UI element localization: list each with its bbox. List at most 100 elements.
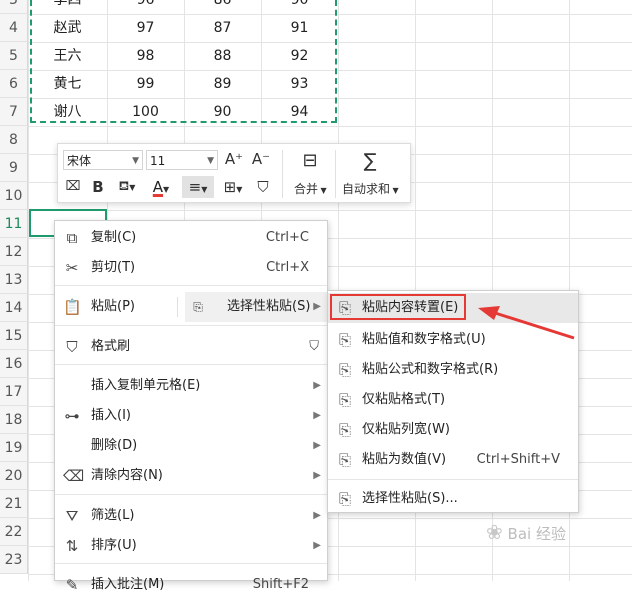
menu-item-insert[interactable]: ⊶ 插入(I) ▶ [55,401,327,431]
scissors-icon: ✂ [65,259,79,277]
paste-as-values-icon: ⎘ [338,451,351,469]
filter-icon: ⛛ [65,507,79,525]
context-menu: ⧉ 复制(C) Ctrl+C ✂ 剪切(T) Ctrl+X 📋 粘贴(P) ⎘ … [54,220,328,594]
row-header-19[interactable]: 19 [0,434,28,462]
shortcut-label: Ctrl+Shift+V [476,452,560,467]
chevron-down-icon: ▼ [163,185,170,194]
chevron-down-icon: ▼ [132,156,139,166]
annotation-arrow [478,306,575,340]
chevron-right-icon: ▶ [313,440,321,451]
chevron-right-icon: ▶ [313,470,321,481]
font-color-button[interactable]: A▼ [146,176,176,198]
paste-formula-icon: ⎘ [338,361,351,379]
row-header-8[interactable]: 8 [0,126,28,154]
submenu-item-paste-formula-numbers[interactable]: ⎘ 粘贴公式和数字格式(R) [328,355,578,385]
menu-separator [55,563,327,564]
menu-item-label: 粘贴值和数字格式(U) [362,332,486,347]
submenu-item-paste-special-dialog[interactable]: ⎘ 选择性粘贴(S)... [328,484,578,514]
highlight-box [330,294,466,320]
row-header-11[interactable]: 11 [0,210,28,238]
row-header-9[interactable]: 9 [0,154,28,182]
row-header-14[interactable]: 14 [0,294,28,322]
font-name-select[interactable]: 宋体 ▼ [63,150,143,170]
submenu-item-paste-column-width[interactable]: ⎘ 仅粘贴列宽(W) [328,415,578,445]
row-line [28,126,632,127]
row-header-18[interactable]: 18 [0,406,28,434]
autosum-button[interactable]: 自动求和 ▼ [342,180,399,197]
menu-item-label: 复制(C) [91,230,137,245]
eraser-icon: ⌫ [63,467,85,485]
menu-item-delete[interactable]: 删除(D) ▶ [55,431,327,461]
border-icon[interactable]: ⊞▼ [218,176,248,198]
chevron-right-icon: ▶ [313,301,321,312]
chevron-right-icon: ▶ [313,380,321,391]
paste-format-icon: ⎘ [338,391,351,409]
menu-item-label: 仅粘贴列宽(W) [362,422,450,437]
row-header-5[interactable]: 5 [0,42,28,70]
merge-button[interactable]: 合并 ▼ [294,180,327,197]
menu-item-cut[interactable]: ✂ 剪切(T) Ctrl+X [55,253,327,283]
row-header-6[interactable]: 6 [0,70,28,98]
row-header-23[interactable]: 23 [0,546,28,574]
align-center-icon[interactable]: ≡▼ [182,176,214,198]
menu-item-format-painter[interactable]: ⛉ 格式刷 ⛉ [55,332,327,362]
decrease-font-button[interactable]: A⁻ [250,148,272,170]
shortcut-label: Ctrl+C [265,230,309,245]
sigma-icon[interactable]: ∑ [356,150,384,172]
floating-format-toolbar: 宋体 ▼ 11 ▼ A⁺ A⁻ ⌧ B ⛾▼ A▼ ≡▼ ⊞▼ ⛉ ⊟ 合并 ▼… [57,143,411,203]
menu-item-label: 排序(U) [91,538,137,553]
menu-separator [55,325,327,326]
font-size-select[interactable]: 11 ▼ [146,150,218,170]
row-header-20[interactable]: 20 [0,462,28,490]
menu-item-label: 格式刷 [91,339,131,354]
row-header-15[interactable]: 15 [0,322,28,350]
menu-item-filter[interactable]: ⛛ 筛选(L) ▶ [55,501,327,531]
menu-item-insert-comment[interactable]: ✎ 插入批注(M) Shift+F2 [55,570,327,600]
comment-icon: ✎ [65,576,79,594]
menu-separator [328,479,578,480]
menu-item-label: 仅粘贴格式(T) [362,392,446,407]
menu-item-label: 筛选(L) [91,508,135,523]
toolbar-divider [282,150,283,198]
chevron-down-icon: ▼ [207,156,214,166]
menu-item-insert-copied-cells[interactable]: 插入复制单元格(E) ▶ [55,371,327,401]
row-header-17[interactable]: 17 [0,378,28,406]
clear-format-icon[interactable]: ⌧ [62,176,84,198]
menu-item-label: 插入复制单元格(E) [91,378,201,393]
menu-separator [55,364,327,365]
toolbar-divider [335,150,336,198]
increase-font-button[interactable]: A⁺ [223,148,245,170]
menu-item-label: 粘贴(P) [91,299,135,314]
format-painter-side-icon[interactable]: ⛉ [309,332,319,362]
format-painter-icon[interactable]: ⛉ [252,176,274,198]
submenu-item-paste-as-values[interactable]: ⎘ 粘贴为数值(V) Ctrl+Shift+V [328,445,578,475]
row-header-12[interactable]: 12 [0,238,28,266]
menu-item-label: 插入批注(M) [91,577,165,592]
menu-item-paste-special[interactable]: ⎘ 选择性粘贴(S) ▶ [185,292,327,322]
row-header-13[interactable]: 13 [0,266,28,294]
menu-item-copy[interactable]: ⧉ 复制(C) Ctrl+C [55,223,327,253]
row-header-7[interactable]: 7 [0,98,28,126]
row-header-3[interactable]: 3 [0,0,28,14]
menu-separator [55,285,327,286]
row-header-10[interactable]: 10 [0,182,28,210]
menu-item-label: 选择性粘贴(S)... [362,491,458,506]
paste-special-icon: ⎘ [338,490,351,508]
sort-icon: ⇅ [65,537,79,555]
row-header-16[interactable]: 16 [0,350,28,378]
menu-item-clear-contents[interactable]: ⌫ 清除内容(N) ▶ [55,461,327,491]
fill-color-icon[interactable]: ⛾▼ [112,176,142,198]
bold-button[interactable]: B [88,176,108,198]
merge-cells-icon[interactable]: ⊟ [292,150,328,172]
menu-item-label: 粘贴为数值(V) [362,452,447,467]
row-header-21[interactable]: 21 [0,490,28,518]
chevron-right-icon: ▶ [313,510,321,521]
chevron-right-icon: ▶ [313,540,321,551]
menu-item-sort[interactable]: ⇅ 排序(U) ▶ [55,531,327,561]
row-header-22[interactable]: 22 [0,518,28,546]
row-header-4[interactable]: 4 [0,14,28,42]
submenu-item-paste-formats-only[interactable]: ⎘ 仅粘贴格式(T) [328,385,578,415]
menu-item-label: 选择性粘贴(S) [227,299,311,314]
copy-marquee [30,0,337,123]
font-name-value: 宋体 [67,154,92,168]
